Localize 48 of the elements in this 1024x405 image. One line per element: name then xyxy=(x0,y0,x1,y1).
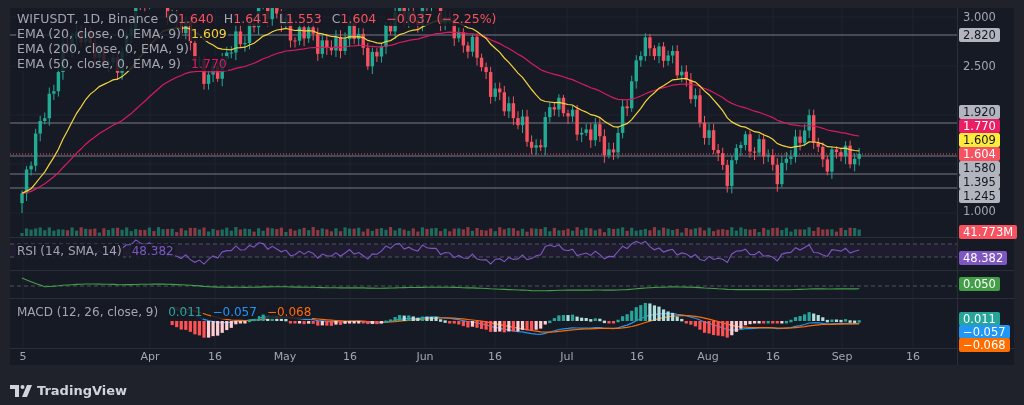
price-scale-label: 1.000 xyxy=(963,204,996,218)
price-scale-label: 2.500 xyxy=(963,59,996,73)
date-label: 16 xyxy=(766,350,780,363)
price-tag: 1.609 xyxy=(959,133,1000,147)
date-label: Aug xyxy=(697,350,719,363)
price-scale-label: 3.000 xyxy=(963,10,996,24)
date-label: Sep xyxy=(831,350,853,363)
price-tag: −0.057 xyxy=(959,325,1010,339)
ohlc-value: C1.604 xyxy=(330,11,378,26)
date-label: Apr xyxy=(140,350,160,363)
price-tag: 1.770 xyxy=(959,119,1000,133)
date-label: 16 xyxy=(906,350,920,363)
date-label: 16 xyxy=(630,350,644,363)
ohlc-value: O1.640 xyxy=(167,11,215,26)
price-change: −0.037 (−2.25%) xyxy=(385,11,498,26)
indicator-value: 1.770 xyxy=(190,56,228,71)
date-label: Jun xyxy=(416,350,434,363)
price-tag: 2.820 xyxy=(959,28,1000,42)
indicator-label: EMA (20, close, 0, EMA, 9) xyxy=(16,26,182,41)
price-tag: 1.395 xyxy=(959,175,1000,189)
ohlc-value: L1.553 xyxy=(278,11,323,26)
logo-text: TradingView xyxy=(37,383,128,398)
indicator-label: EMA (200, close, 0, EMA, 9) xyxy=(16,41,190,56)
price-tag: −0.068 xyxy=(959,338,1010,352)
price-tag: 48.382 xyxy=(959,251,1008,265)
symbol-label: WIFUSDT, 1D, Binance xyxy=(16,11,160,26)
price-tag: 1.245 xyxy=(959,189,1000,203)
indicator-label: EMA (50, close, 0, EMA, 9) xyxy=(16,56,182,71)
indicator-value: −0.068 xyxy=(265,305,313,319)
date-label: 16 xyxy=(343,350,357,363)
indicator-label: MACD (12, 26, close, 9) xyxy=(16,305,160,319)
indicator-value: 1.609 xyxy=(190,26,228,41)
date-label: 16 xyxy=(208,350,222,363)
price-tag: 41.773M xyxy=(959,225,1018,239)
ohlc-value: H1.641 xyxy=(222,11,270,26)
price-tag: 0.050 xyxy=(959,277,1000,291)
date-label: 5 xyxy=(19,350,27,363)
indicator-value: 48.382 xyxy=(130,244,175,258)
price-tag: 1.920 xyxy=(959,105,1000,119)
date-label: Jul xyxy=(560,350,574,363)
price-tag: 0.011 xyxy=(959,312,1000,326)
date-label: 16 xyxy=(488,350,502,363)
indicator-value: 0.011 xyxy=(167,305,204,319)
price-tag: 1.604 xyxy=(959,147,1000,161)
price-tag: 1.580 xyxy=(959,161,1000,175)
indicator-value: −0.057 xyxy=(211,305,258,319)
date-label: May xyxy=(273,350,297,363)
indicator-label: RSI (14, SMA, 14) xyxy=(16,244,123,258)
